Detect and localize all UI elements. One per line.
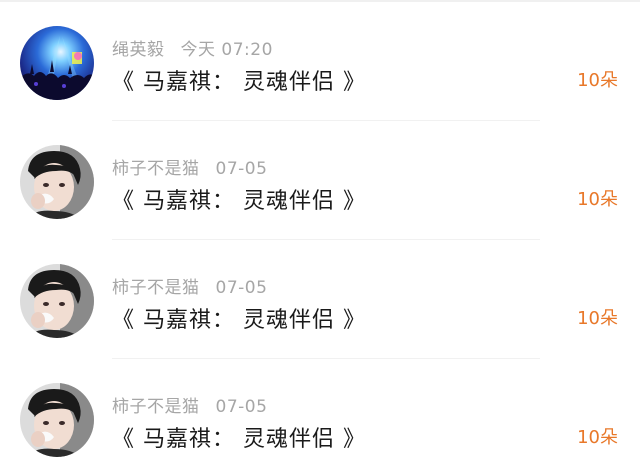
list-item[interactable]: 柿子不是猫 07-05 《 马嘉祺： 灵魂伴侣 》 10朵 bbox=[0, 121, 640, 240]
portrait-avatar-icon bbox=[20, 264, 94, 338]
timestamp: 07-05 bbox=[215, 159, 268, 179]
avatar[interactable] bbox=[20, 264, 94, 338]
author-name[interactable]: 柿子不是猫 bbox=[112, 159, 200, 179]
concert-crowd-avatar-icon bbox=[20, 26, 94, 100]
list-item[interactable]: 柿子不是猫 07-05 《 马嘉祺： 灵魂伴侣 》 10朵 bbox=[0, 240, 640, 359]
avatar[interactable] bbox=[20, 145, 94, 219]
flower-count: 10朵 bbox=[577, 70, 618, 91]
flower-count: 10朵 bbox=[577, 427, 618, 448]
meta-line: 绳英毅 今天 07:20 bbox=[112, 35, 273, 60]
meta-line: 柿子不是猫 07-05 bbox=[112, 273, 267, 298]
gift-title[interactable]: 《 马嘉祺： 灵魂伴侣 》 bbox=[112, 421, 366, 453]
timestamp: 今天 07:20 bbox=[180, 40, 273, 60]
meta-line: 柿子不是猫 07-05 bbox=[112, 154, 267, 179]
flower-count: 10朵 bbox=[577, 308, 618, 329]
portrait-avatar-icon bbox=[20, 145, 94, 219]
gift-title[interactable]: 《 马嘉祺： 灵魂伴侣 》 bbox=[112, 64, 366, 96]
author-name[interactable]: 柿子不是猫 bbox=[112, 278, 200, 298]
gift-title[interactable]: 《 马嘉祺： 灵魂伴侣 》 bbox=[112, 183, 366, 215]
flower-count: 10朵 bbox=[577, 189, 618, 210]
meta-line: 柿子不是猫 07-05 bbox=[112, 392, 267, 417]
author-name[interactable]: 绳英毅 bbox=[112, 40, 165, 60]
timestamp: 07-05 bbox=[215, 278, 268, 298]
avatar[interactable] bbox=[20, 26, 94, 100]
avatar[interactable] bbox=[20, 383, 94, 457]
gift-title[interactable]: 《 马嘉祺： 灵魂伴侣 》 bbox=[112, 302, 366, 334]
timestamp: 07-05 bbox=[215, 397, 268, 417]
author-name[interactable]: 柿子不是猫 bbox=[112, 397, 200, 417]
gift-list: 绳英毅 今天 07:20 《 马嘉祺： 灵魂伴侣 》 10朵 柿子不是猫 07-05 bbox=[0, 0, 640, 474]
list-item[interactable]: 柿子不是猫 07-05 《 马嘉祺： 灵魂伴侣 》 10朵 bbox=[0, 359, 640, 474]
list-item[interactable]: 绳英毅 今天 07:20 《 马嘉祺： 灵魂伴侣 》 10朵 bbox=[0, 2, 640, 121]
portrait-avatar-icon bbox=[20, 383, 94, 457]
